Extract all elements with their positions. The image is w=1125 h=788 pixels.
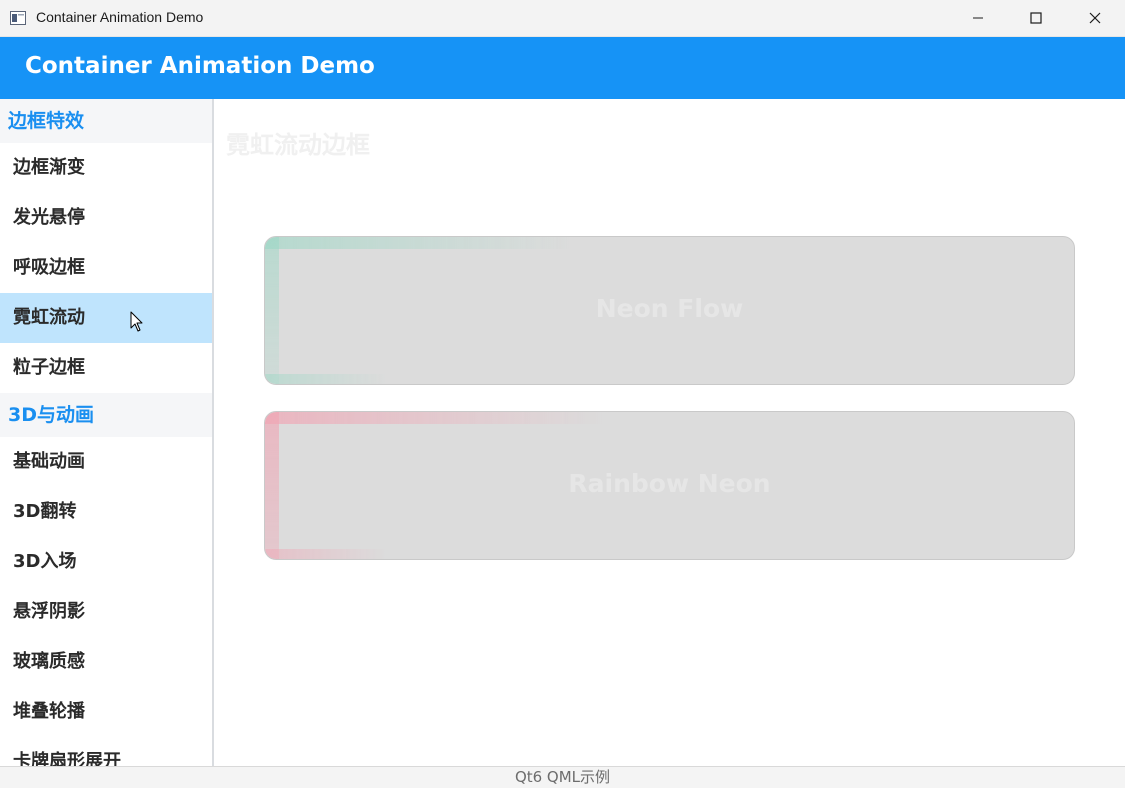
- minimize-button[interactable]: [949, 0, 1007, 36]
- sidebar-section-border-effects: 边框特效: [0, 99, 212, 143]
- sidebar-item-3d-entrance[interactable]: 3D入场: [0, 537, 212, 587]
- sidebar-item-neon-flow[interactable]: 霓虹流动: [0, 293, 212, 343]
- header-title: Container Animation Demo: [25, 53, 375, 79]
- sidebar-item-border-gradient[interactable]: 边框渐变: [0, 143, 212, 193]
- sidebar-item-particle-border[interactable]: 粒子边框: [0, 343, 212, 393]
- rainbow-neon-card[interactable]: Rainbow Neon: [264, 411, 1075, 560]
- app-window: Container Animation Demo Container Anima…: [0, 0, 1125, 788]
- sidebar-item-card-fan[interactable]: 卡牌扇形展开: [0, 737, 212, 766]
- maximize-icon: [1030, 12, 1042, 24]
- close-icon: [1089, 12, 1101, 24]
- sidebar-item-breathing-border[interactable]: 呼吸边框: [0, 243, 212, 293]
- sidebar-item-glass-texture[interactable]: 玻璃质感: [0, 637, 212, 687]
- app-header: Container Animation Demo: [0, 37, 1125, 99]
- sidebar-section-3d-animation: 3D与动画: [0, 393, 212, 437]
- page-title: 霓虹流动边框: [226, 131, 370, 159]
- maximize-button[interactable]: [1007, 0, 1065, 36]
- title-bar[interactable]: Container Animation Demo: [0, 0, 1125, 37]
- card-label: Rainbow Neon: [568, 469, 771, 498]
- minimize-icon: [972, 12, 984, 24]
- close-button[interactable]: [1066, 0, 1124, 36]
- content-area: 霓虹流动边框 Neon Flow Rainbow Neon: [214, 99, 1125, 766]
- window-title: Container Animation Demo: [36, 9, 204, 25]
- status-footer: Qt6 QML示例: [0, 766, 1125, 788]
- mouse-cursor-icon: [130, 311, 144, 333]
- sidebar-item-basic-animation[interactable]: 基础动画: [0, 437, 212, 487]
- neon-flow-card[interactable]: Neon Flow: [264, 236, 1075, 385]
- sidebar-item-stack-carousel[interactable]: 堆叠轮播: [0, 687, 212, 737]
- sidebar-item-3d-flip[interactable]: 3D翻转: [0, 487, 212, 537]
- sidebar-item-hover-shadow[interactable]: 悬浮阴影: [0, 587, 212, 637]
- app-window-icon: [10, 10, 26, 25]
- card-label: Neon Flow: [595, 294, 744, 323]
- sidebar-item-glow-hover[interactable]: 发光悬停: [0, 193, 212, 243]
- sidebar[interactable]: 边框特效 边框渐变 发光悬停 呼吸边框 霓虹流动 粒子边框 3D与动画 基础动画…: [0, 99, 212, 766]
- footer-text: Qt6 QML示例: [514, 768, 611, 786]
